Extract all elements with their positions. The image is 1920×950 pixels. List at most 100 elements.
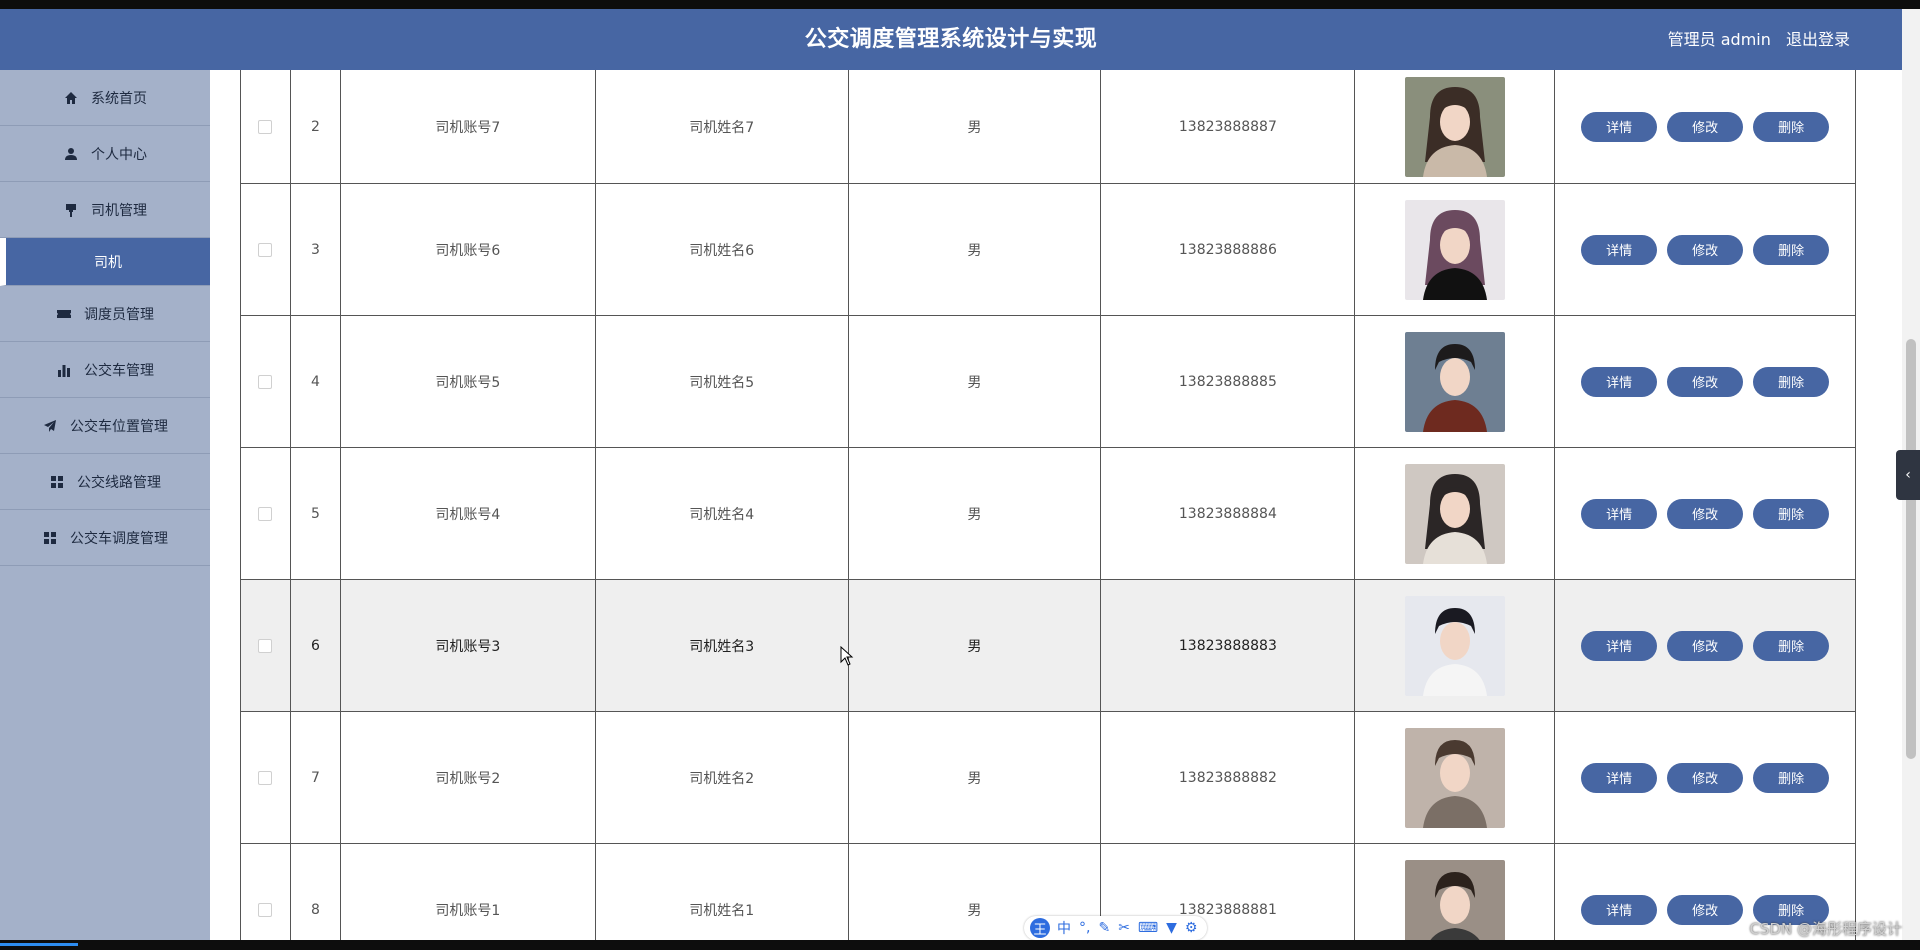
driver-phone: 13823888884 <box>1101 448 1356 579</box>
driver-photo[interactable] <box>1404 76 1505 177</box>
row-checkbox[interactable] <box>258 902 273 917</box>
sidebar-item-label: 系统首页 <box>91 90 147 107</box>
logout-link[interactable]: 退出登录 <box>1786 30 1850 49</box>
video-progress <box>0 943 78 946</box>
edit-button[interactable]: 修改 <box>1667 894 1744 925</box>
shirt-icon[interactable]: ▼ <box>1166 920 1177 936</box>
row-checkbox-cell <box>241 448 291 579</box>
edit-button[interactable]: 修改 <box>1667 498 1744 529</box>
edit-button[interactable]: 修改 <box>1667 630 1744 661</box>
row-actions: 详情 修改 删除 <box>1555 448 1856 579</box>
driver-name: 司机姓名4 <box>596 448 849 579</box>
row-index: 6 <box>291 580 341 711</box>
detail-button[interactable]: 详情 <box>1581 366 1658 397</box>
top-strip <box>0 0 1920 9</box>
keyboard-icon[interactable]: ⌨ <box>1138 920 1158 936</box>
driver-phone: 13823888887 <box>1101 70 1356 183</box>
row-checkbox[interactable] <box>258 770 273 785</box>
scrollbar-thumb[interactable] <box>1906 339 1916 759</box>
driver-phone: 13823888883 <box>1101 580 1356 711</box>
chevron-left-icon: ‹ <box>1905 467 1911 483</box>
edit-button[interactable]: 修改 <box>1667 366 1744 397</box>
row-checkbox[interactable] <box>258 374 273 389</box>
bottom-strip <box>0 940 1920 950</box>
ime-mode-toggle[interactable]: 中 <box>1057 918 1071 938</box>
row-checkbox-cell <box>241 184 291 315</box>
driver-photo[interactable] <box>1404 595 1505 696</box>
driver-gender: 男 <box>849 70 1102 183</box>
driver-photo-cell <box>1355 184 1556 315</box>
table-row[interactable]: 2 司机账号7 司机姓名7 男 13823888887 详情 修改 删除 <box>241 70 1856 184</box>
sidebar-item-home[interactable]: 系统首页 <box>0 70 210 126</box>
sidebar-item-driver[interactable]: 司机 <box>0 238 210 286</box>
delete-button[interactable]: 删除 <box>1753 630 1830 661</box>
delete-button[interactable]: 删除 <box>1753 366 1830 397</box>
detail-button[interactable]: 详情 <box>1581 894 1658 925</box>
row-checkbox[interactable] <box>258 506 273 521</box>
driver-account: 司机账号5 <box>341 316 596 447</box>
ime-logo-icon[interactable]: 王 <box>1030 918 1050 938</box>
sidebar-item-bus-location-management[interactable]: 公交车位置管理 <box>0 398 210 454</box>
sidebar-item-label: 个人中心 <box>91 146 147 163</box>
scissors-icon[interactable]: ✂ <box>1118 920 1130 936</box>
detail-button[interactable]: 详情 <box>1581 498 1658 529</box>
pen-icon[interactable]: ✎ <box>1098 920 1110 936</box>
driver-photo[interactable] <box>1404 331 1505 432</box>
table-row[interactable]: 5 司机账号4 司机姓名4 男 13823888884 详情 修改 删除 <box>241 448 1856 580</box>
table-row[interactable]: 7 司机账号2 司机姓名2 男 13823888882 详情 修改 删除 <box>241 712 1856 844</box>
sidebar-item-bus-management[interactable]: 公交车管理 <box>0 342 210 398</box>
delete-button[interactable]: 删除 <box>1753 762 1830 793</box>
detail-button[interactable]: 详情 <box>1581 111 1658 142</box>
row-actions: 详情 修改 删除 <box>1555 712 1856 843</box>
table-row[interactable]: 6 司机账号3 司机姓名3 男 13823888883 详情 修改 删除 <box>241 580 1856 712</box>
driver-name: 司机姓名5 <box>596 316 849 447</box>
driver-photo[interactable] <box>1404 727 1505 828</box>
sidebar-item-bus-dispatch-management[interactable]: 公交车调度管理 <box>0 510 210 566</box>
sidebar-item-dispatcher-management[interactable]: 调度员管理 <box>0 286 210 342</box>
row-checkbox-cell <box>241 580 291 711</box>
driver-photo[interactable] <box>1404 859 1505 940</box>
row-checkbox-cell <box>241 844 291 940</box>
detail-button[interactable]: 详情 <box>1581 234 1658 265</box>
driver-photo-cell <box>1355 448 1556 579</box>
table-row[interactable]: 3 司机账号6 司机姓名6 男 13823888886 详情 修改 删除 <box>241 184 1856 316</box>
driver-phone: 13823888886 <box>1101 184 1356 315</box>
main-content: 2 司机账号7 司机姓名7 男 13823888887 详情 修改 删除 3 司… <box>210 70 1902 940</box>
edit-button[interactable]: 修改 <box>1667 111 1744 142</box>
detail-button[interactable]: 详情 <box>1581 630 1658 661</box>
user-area: 管理员 admin 退出登录 <box>1658 9 1850 70</box>
collapse-panel-button[interactable]: ‹ <box>1896 450 1920 500</box>
driver-account: 司机账号4 <box>341 448 596 579</box>
delete-button[interactable]: 删除 <box>1753 111 1830 142</box>
row-checkbox[interactable] <box>258 638 273 653</box>
driver-photo-cell <box>1355 844 1556 940</box>
delete-button[interactable]: 删除 <box>1753 234 1830 265</box>
row-index: 3 <box>291 184 341 315</box>
driver-photo[interactable] <box>1404 199 1505 300</box>
header: 公交调度管理系统设计与实现 管理员 admin 退出登录 <box>0 9 1902 70</box>
sidebar: 系统首页 个人中心 司机管理 司机 调度员管理 公交车管理 公交车位置管理 公交… <box>0 70 210 940</box>
user-role-label: 管理员 admin <box>1667 30 1771 49</box>
row-index: 2 <box>291 70 341 183</box>
driver-photo[interactable] <box>1404 463 1505 564</box>
watermark: CSDN @海彤程序设计 <box>1749 920 1902 938</box>
sidebar-item-profile[interactable]: 个人中心 <box>0 126 210 182</box>
sidebar-item-driver-management[interactable]: 司机管理 <box>0 182 210 238</box>
driver-account: 司机账号2 <box>341 712 596 843</box>
driver-name: 司机姓名2 <box>596 712 849 843</box>
punctuation-icon[interactable]: °, <box>1079 920 1090 936</box>
row-checkbox[interactable] <box>258 242 273 257</box>
brush-icon <box>63 202 79 218</box>
row-actions: 详情 修改 删除 <box>1555 184 1856 315</box>
delete-button[interactable]: 删除 <box>1753 498 1830 529</box>
edit-button[interactable]: 修改 <box>1667 234 1744 265</box>
sidebar-item-bus-route-management[interactable]: 公交线路管理 <box>0 454 210 510</box>
table-row[interactable]: 4 司机账号5 司机姓名5 男 13823888885 详情 修改 删除 <box>241 316 1856 448</box>
gear-icon[interactable]: ⚙ <box>1185 920 1198 936</box>
row-checkbox[interactable] <box>258 119 273 134</box>
ticket-icon <box>56 306 72 322</box>
detail-button[interactable]: 详情 <box>1581 762 1658 793</box>
sidebar-item-label: 公交车管理 <box>84 362 154 379</box>
edit-button[interactable]: 修改 <box>1667 762 1744 793</box>
row-index: 7 <box>291 712 341 843</box>
